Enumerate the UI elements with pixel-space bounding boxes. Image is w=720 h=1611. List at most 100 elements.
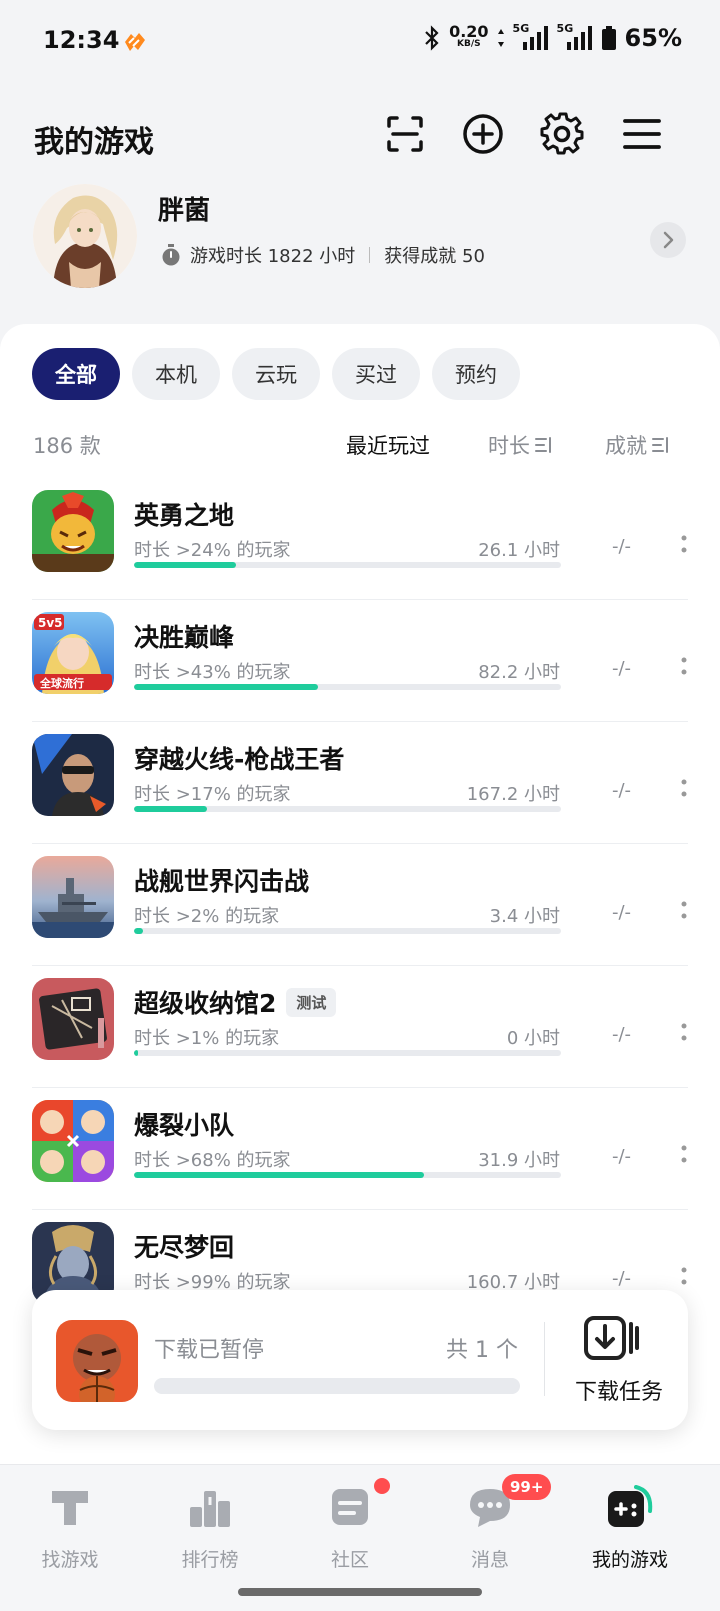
more-options-icon[interactable]: [680, 1020, 688, 1044]
nav-my-games[interactable]: 我的游戏: [570, 1483, 690, 1583]
nav-find-games[interactable]: 找游戏: [10, 1483, 130, 1583]
game-icon-shounaguan: [32, 978, 114, 1060]
add-icon[interactable]: [461, 112, 505, 156]
more-options-icon[interactable]: [680, 654, 688, 678]
game-row[interactable]: 超级收纳馆2 测试 时长 >1% 的玩家 0 小时 -/-: [0, 966, 720, 1088]
game-title: 战舰世界闪击战: [134, 867, 310, 896]
game-count: 186 款: [33, 434, 101, 458]
signal-bars-icon: [522, 26, 548, 50]
nav-community[interactable]: 社区: [290, 1483, 410, 1583]
game-percentile: 时长 >68% 的玩家: [134, 1150, 291, 1171]
game-row[interactable]: 英勇之地 时长 >24% 的玩家 26.1 小时 -/-: [0, 478, 720, 600]
game-hours: 82.2 小时: [478, 662, 560, 683]
bluetooth-icon: [425, 25, 439, 51]
percentile-fill: [134, 806, 207, 812]
sort-recent[interactable]: 最近玩过: [346, 430, 430, 460]
nav-rankings[interactable]: 排行榜: [150, 1483, 270, 1583]
game-row[interactable]: 战舰世界闪击战 时长 >2% 的玩家 3.4 小时 -/-: [0, 844, 720, 966]
status-bar: 12:34 0.20 KB/S 5G 5G 65%: [0, 0, 720, 86]
sort-icon: [535, 437, 551, 453]
download-tasks-icon: [584, 1316, 639, 1360]
download-panel[interactable]: 下载已暂停 共 1 个 下载任务: [32, 1290, 688, 1430]
nav-label: 我的游戏: [591, 1549, 668, 1571]
avatar-image: [33, 184, 137, 288]
download-tasks-button[interactable]: 下载任务: [560, 1308, 678, 1418]
find-games-icon: [52, 1491, 88, 1525]
game-name: 穿越火线-枪战王者: [134, 740, 344, 776]
username: 胖菌: [158, 196, 211, 226]
game-icon-yingyong: [32, 490, 114, 572]
home-indicator[interactable]: [238, 1588, 482, 1596]
status-time: 12:34: [43, 26, 120, 54]
more-options-icon[interactable]: [680, 532, 688, 556]
game-achievements: -/-: [612, 1146, 632, 1167]
tab-purchased[interactable]: 买过: [332, 348, 420, 400]
menu-icon[interactable]: [620, 112, 664, 156]
message-badge: 99+: [502, 1474, 552, 1500]
signal-2: 5G: [557, 22, 593, 52]
profile-stats: 游戏时长 1822 小时 获得成就 50: [160, 242, 485, 268]
sort-duration[interactable]: 时长: [488, 430, 552, 460]
game-row[interactable]: 穿越火线-枪战王者 时长 >17% 的玩家 167.2 小时 -/-: [0, 722, 720, 844]
download-divider: [544, 1322, 545, 1396]
game-title: 穿越火线-枪战王者: [134, 745, 345, 774]
svg-text:全球流行: 全球流行: [39, 676, 84, 690]
game-hours: 3.4 小时: [489, 906, 560, 927]
sort-icon: [652, 437, 668, 453]
tab-local[interactable]: 本机: [132, 348, 220, 400]
stats-divider: [369, 247, 371, 263]
game-title: 英勇之地: [134, 501, 235, 530]
nav-label: 排行榜: [181, 1549, 239, 1571]
achievements-text: 获得成就 50: [384, 246, 485, 267]
game-row[interactable]: 爆裂小队 时长 >68% 的玩家 31.9 小时 -/-: [0, 1088, 720, 1210]
game-percentile: 时长 >2% 的玩家: [134, 906, 280, 927]
game-row[interactable]: 5v5 全球流行 决胜巅峰 时长 >43% 的玩家 82.2 小时 -/-: [0, 600, 720, 722]
percentile-fill: [134, 1172, 425, 1178]
tab-all[interactable]: 全部: [32, 348, 120, 400]
more-options-icon[interactable]: [680, 898, 688, 922]
profile-arrow-button[interactable]: [650, 222, 686, 258]
settings-icon[interactable]: [540, 112, 584, 156]
game-percentile: 时长 >17% 的玩家: [134, 784, 291, 805]
stopwatch-icon: [162, 244, 180, 266]
community-notification-dot: [374, 1478, 390, 1494]
percentile-fill: [134, 928, 143, 934]
game-percentile: 时长 >43% 的玩家: [134, 662, 291, 683]
download-tasks-label: 下载任务: [574, 1380, 663, 1405]
game-icon-chuanyuehuoxian: [32, 734, 114, 816]
game-percentile: 时长 >1% 的玩家: [134, 1028, 280, 1049]
game-name: 英勇之地: [134, 496, 234, 532]
percentile-bar: [134, 806, 561, 812]
speed-unit: KB/S: [457, 39, 481, 49]
percentile-fill: [134, 684, 318, 690]
more-options-icon[interactable]: [680, 1142, 688, 1166]
game-name: 超级收纳馆2 测试: [134, 984, 337, 1020]
game-title: 爆裂小队: [134, 1111, 235, 1140]
sort-achievements[interactable]: 成就: [605, 430, 669, 460]
game-title: 无尽梦回: [134, 1233, 235, 1262]
tab-reserved[interactable]: 预约: [432, 348, 520, 400]
game-icon-jueshengdianfeng: 5v5 全球流行: [32, 612, 114, 694]
game-name: 爆裂小队: [134, 1106, 234, 1142]
avatar[interactable]: [33, 184, 137, 288]
game-hours: 0 小时: [506, 1028, 560, 1049]
game-icon-zhanjian: [32, 856, 114, 938]
download-status: 下载已暂停: [154, 1338, 265, 1363]
game-hours: 26.1 小时: [478, 540, 560, 561]
game-achievements: -/-: [612, 536, 632, 557]
svg-text:5v5: 5v5: [38, 616, 63, 630]
game-icon-baoliexiaodui: [32, 1100, 114, 1182]
more-options-icon[interactable]: [680, 776, 688, 800]
game-name: 决胜巅峰: [134, 618, 234, 654]
more-options-icon[interactable]: [680, 1264, 688, 1288]
percentile-bar: [134, 928, 561, 934]
tab-cloud[interactable]: 云玩: [232, 348, 320, 400]
scan-icon[interactable]: [383, 112, 427, 156]
data-arrows-icon: [497, 29, 504, 47]
percentile-bar: [134, 1050, 561, 1056]
percentile-bar: [134, 1172, 561, 1178]
sort-achievements-label: 成就: [605, 434, 647, 458]
game-achievements: -/-: [612, 1268, 632, 1289]
download-progress-bar: [154, 1378, 520, 1394]
game-name: 无尽梦回: [134, 1228, 234, 1264]
